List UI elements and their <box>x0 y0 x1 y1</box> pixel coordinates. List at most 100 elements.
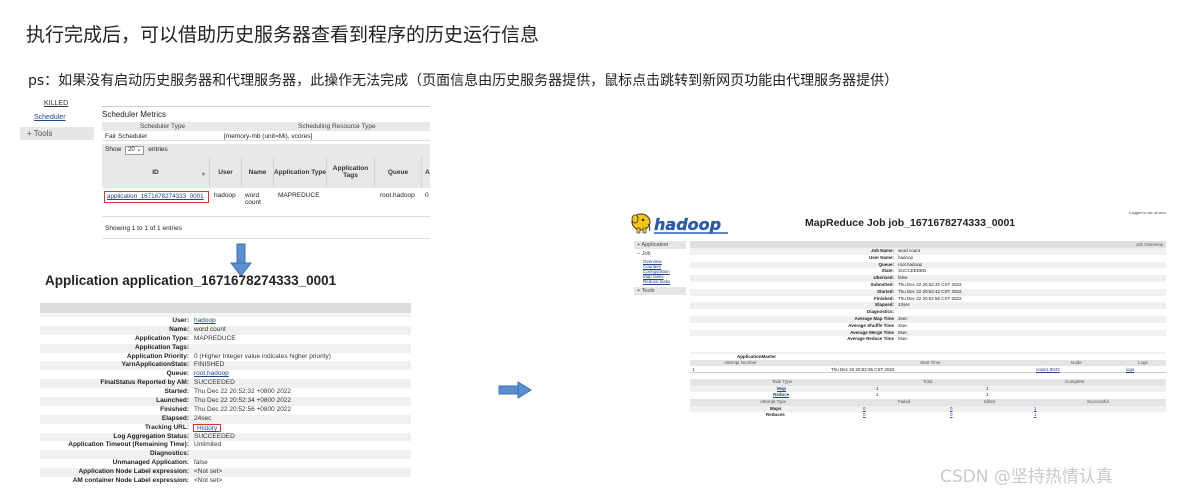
field-value-link[interactable]: hadoop <box>193 317 216 326</box>
table-row: State: SUCCEEDED <box>690 268 1166 275</box>
field-value: SUCCEEDED <box>194 379 235 387</box>
application-id-link[interactable]: application_1671678274333_0001 <box>104 191 209 203</box>
attempts-maps-failed-link[interactable]: 0 <box>863 406 866 413</box>
tasks-reduce-total: 1 <box>876 392 879 398</box>
table-row: Started: Thu Dec 22 20:52:42 CST 2022 <box>690 288 1166 296</box>
hadoop-logo-icon[interactable]: hadoop <box>628 210 730 236</box>
field-label: Finished: <box>874 295 894 301</box>
apps-table-header: ID ▾ User Name Application Type Applicati… <box>102 156 430 188</box>
job-overview: Job Overview Job Name: word count User Nam… <box>690 241 1166 343</box>
application-info-panel: User: hadoop Name: word count Application Ty… <box>40 303 411 485</box>
am-logs-link[interactable]: logs <box>1126 367 1134 373</box>
am-attempt: 1 <box>692 367 695 372</box>
col-id[interactable]: ID ▾ <box>102 156 209 188</box>
job-overview-header: Job Overview <box>690 241 1166 248</box>
col-queue[interactable]: Queue <box>374 156 421 188</box>
field-value: 13sec <box>898 302 911 308</box>
col-user[interactable]: User <box>209 156 241 188</box>
csdn-watermark: CSDN @坚持热情认真 <box>940 467 1113 487</box>
field-label: State: <box>881 268 894 274</box>
scheduler-left-nav: KILLED Scheduler + Tools <box>20 100 94 242</box>
col-name[interactable]: Name <box>241 156 273 188</box>
metrics-value-type: Fair Scheduler <box>105 133 148 140</box>
attempts-reduces-successful-link[interactable]: 1 <box>1034 412 1037 419</box>
table-row: Tracking URL: History <box>40 424 411 433</box>
nav-tools[interactable]: + Tools <box>20 127 94 140</box>
table-row: Uberized: false <box>690 275 1166 282</box>
job-title: MapReduce Job job_1671678274333_0001 <box>805 217 1016 229</box>
table-row: Average Map Time 3sec <box>690 315 1166 323</box>
tasks-map-link[interactable]: Map <box>777 386 786 393</box>
col-tags[interactable]: Application Tags <box>326 156 374 188</box>
nav-job-label: Job <box>641 251 651 257</box>
table-row: YarnApplicationState: FINISHED <box>40 361 411 371</box>
field-label: Name: <box>169 325 189 333</box>
field-value: 3sec <box>898 315 908 321</box>
field-value: hadoop <box>898 254 914 260</box>
attempts-maps-killed-link[interactable]: 0 <box>950 406 953 413</box>
field-label: Application Node Label expression: <box>78 468 189 476</box>
table-row: Elapsed: 24sec <box>40 414 411 424</box>
field-value: <Not set> <box>194 468 223 476</box>
field-value: 0sec <box>898 336 908 342</box>
field-value: <Not set> <box>194 477 223 485</box>
field-value: root.hadoop <box>898 261 923 267</box>
field-value: 0sec <box>898 329 908 335</box>
attempts-reduces-killed-link[interactable]: 0 <box>950 412 953 419</box>
entries-select[interactable]: 20 ⌄ <box>125 146 145 155</box>
table-row: User Name: hadoop <box>690 255 1166 262</box>
field-value: word count <box>194 325 226 333</box>
show-entries-row: Show 20 ⌄ entries <box>102 144 430 156</box>
table-row: User: hadoop <box>40 317 411 326</box>
field-label: AM container Node Label expression: <box>72 477 189 485</box>
field-label: Started: <box>876 288 894 294</box>
row-extra: 0 <box>425 192 429 199</box>
am-start: Thu Dec 22 20:52:36 CST 2022 <box>831 367 895 372</box>
field-label: Queue: <box>166 370 189 378</box>
attempts-maps-successful-link[interactable]: 1 <box>1034 406 1037 413</box>
table-row: Finished: Thu Dec 22 20:52:56 +0800 2022 <box>40 406 411 415</box>
table-row: Job Name: word count <box>690 248 1166 255</box>
attempts-reduces-failed-link[interactable]: 0 <box>863 412 866 419</box>
nav-scheduler-link[interactable]: Scheduler <box>34 114 66 121</box>
table-row: Queue: root.hadoop <box>40 370 411 379</box>
showing-entries: Showing 1 to 1 of 1 entries <box>105 225 182 232</box>
field-label: Submitted: <box>870 281 895 287</box>
nav-job[interactable]: − Job <box>634 250 686 258</box>
nav-tools[interactable]: + Tools <box>634 287 686 295</box>
field-value-link[interactable]: root.hadoop <box>193 370 229 379</box>
field-value: false <box>194 459 208 467</box>
show-suffix: entries <box>148 146 168 153</box>
field-label: Finished: <box>160 405 189 413</box>
metrics-value-row: Fair Scheduler [memory-mb (unit=Mi), vco… <box>102 131 430 141</box>
row-user: hadoop <box>214 192 236 199</box>
nav-reduce-tasks-link[interactable]: Reduce tasks <box>634 279 686 284</box>
col-type[interactable]: Application Type <box>273 156 326 188</box>
field-value-link[interactable]: History <box>193 424 222 433</box>
attempts-col-failed: Failed <box>898 399 911 405</box>
nav-application[interactable]: + Application <box>634 241 686 249</box>
nav-tools-label: Tools <box>641 288 655 294</box>
right-arrow-icon <box>498 381 532 399</box>
panel-header-bar <box>40 303 411 313</box>
field-value: SUCCEEDED <box>194 432 235 440</box>
table-row: Log Aggregation Status: SUCCEEDED <box>40 432 411 442</box>
table-row: Elapsed: 13sec <box>690 302 1166 310</box>
field-value <box>897 309 898 316</box>
metrics-value-resource: [memory-mb (unit=Mi), vcores] <box>224 133 313 140</box>
down-arrow-icon <box>230 243 252 277</box>
nav-killed-link[interactable]: KILLED <box>44 100 68 107</box>
mapreduce-job-screenshot: hadoop MapReduce Job job_1671678274333_0… <box>628 208 1170 426</box>
tasks-reduce-link[interactable]: Reduce <box>773 392 789 399</box>
field-label: Tracking URL: <box>144 423 189 431</box>
field-label: Average Merge Time <box>850 329 894 335</box>
col-extra[interactable]: A <box>421 156 430 188</box>
table-row: Launched: Thu Dec 22 20:52:34 +0800 2022 <box>40 397 411 406</box>
tasks-col-type: Task Type <box>772 379 793 384</box>
field-value: Thu Dec 22 20:52:32 CST 2022 <box>898 281 962 287</box>
field-value: Thu Dec 22 20:52:32 +0800 2022 <box>194 388 292 396</box>
am-node-link[interactable]: node1:8042 <box>1036 367 1060 373</box>
field-value: 24sec <box>194 414 212 422</box>
field-value: 3sec <box>898 322 908 328</box>
field-label: Application Timeout (Remaining Time): <box>68 441 189 449</box>
